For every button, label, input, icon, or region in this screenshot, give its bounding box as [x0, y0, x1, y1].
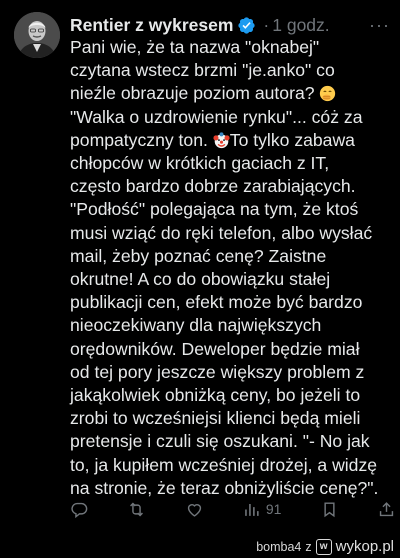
action-bar: 91 [70, 494, 396, 524]
wykop-logo-icon: w [315, 538, 332, 555]
text-line: jakąkolwiek obniżką ceny, bo jeżeli to [70, 385, 361, 406]
verified-badge-icon [238, 16, 256, 34]
text-line: okrutne! A co do obowiązku stałej [70, 269, 331, 290]
text-line: zrobi to wcześniejsi klienci będą mieli [70, 408, 361, 429]
text-line: nieźle obrazuje poziom autora? [70, 82, 388, 105]
author-name[interactable]: Rentier z wykresem [70, 14, 233, 36]
text-line: pompatyczny ton. To tylko zabawa [70, 129, 355, 150]
post-time[interactable]: 1 godz. [272, 14, 329, 36]
avatar[interactable] [14, 12, 60, 58]
text-line: mail, żeby poznać cenę? Zaistne [70, 245, 327, 266]
text-line: Pani wie, że ta nazwa "oknabej" [70, 37, 320, 57]
text-line: orędowników. Deweloper będzie miał [70, 338, 360, 359]
retweet-icon [130, 502, 144, 516]
text-line: od tej pory jeszcze większy problem z [70, 361, 365, 382]
views-icon [245, 503, 259, 516]
text-line: nieoczekiwany dla największych [70, 315, 322, 336]
views-count: 91 [265, 501, 282, 517]
text-line: to, ja kupiłem wcześniej drożej, a widzę [70, 454, 378, 475]
like-icon [187, 503, 201, 517]
text-line: musi wziąć do ręki telefon, albo wysłać [70, 222, 373, 243]
like-button[interactable] [185, 500, 204, 519]
text-line: chłopców w krótkich gaciach z IT, [70, 153, 330, 174]
more-options-icon[interactable]: ··· [369, 14, 390, 36]
text-line: pretensje i czuli się oszukani. "- No ja… [70, 431, 370, 452]
share-icon [379, 501, 394, 516]
retweet-button[interactable] [127, 500, 146, 519]
views-button[interactable]: 91 [242, 500, 282, 519]
text-line: "Walka o uzdrowienie rynku"... cóż za [70, 106, 363, 127]
reply-button[interactable] [70, 500, 89, 519]
text-line: czytana wstecz brzmi "je.anko" co [70, 60, 335, 81]
reply-icon [71, 502, 88, 518]
watermark-user: bomba4 [256, 539, 302, 554]
bookmark-icon [324, 501, 335, 517]
text-line: publikacji cen, efekt może być bardzo [70, 292, 363, 313]
watermark-site: wykop.pl [335, 538, 394, 555]
bookmark-button[interactable] [320, 500, 339, 519]
clown-face-emoji-icon [213, 132, 230, 148]
tweet: Rentier z wykresem · 1 godz. ··· Pani wi… [0, 0, 400, 536]
text-line: "Podłość" polegająca na tym, że ktoś [70, 199, 359, 220]
text-line: często bardzo dobrze zarabiających. [70, 176, 356, 197]
header-separator: · [263, 15, 270, 35]
tweet-header: Rentier z wykresem · 1 godz. ··· [70, 14, 390, 36]
share-button[interactable] [377, 500, 396, 519]
watermark-bar: bomba4 z w wykop.pl [0, 536, 400, 558]
face-with-hand-over-mouth-emoji-icon [320, 86, 336, 102]
tweet-text: Pani wie, że ta nazwa "oknabej" czytana … [70, 36, 388, 500]
avatar-photo [14, 12, 60, 58]
watermark: bomba4 z w wykop.pl [256, 538, 394, 555]
watermark-separator: z [305, 539, 312, 554]
